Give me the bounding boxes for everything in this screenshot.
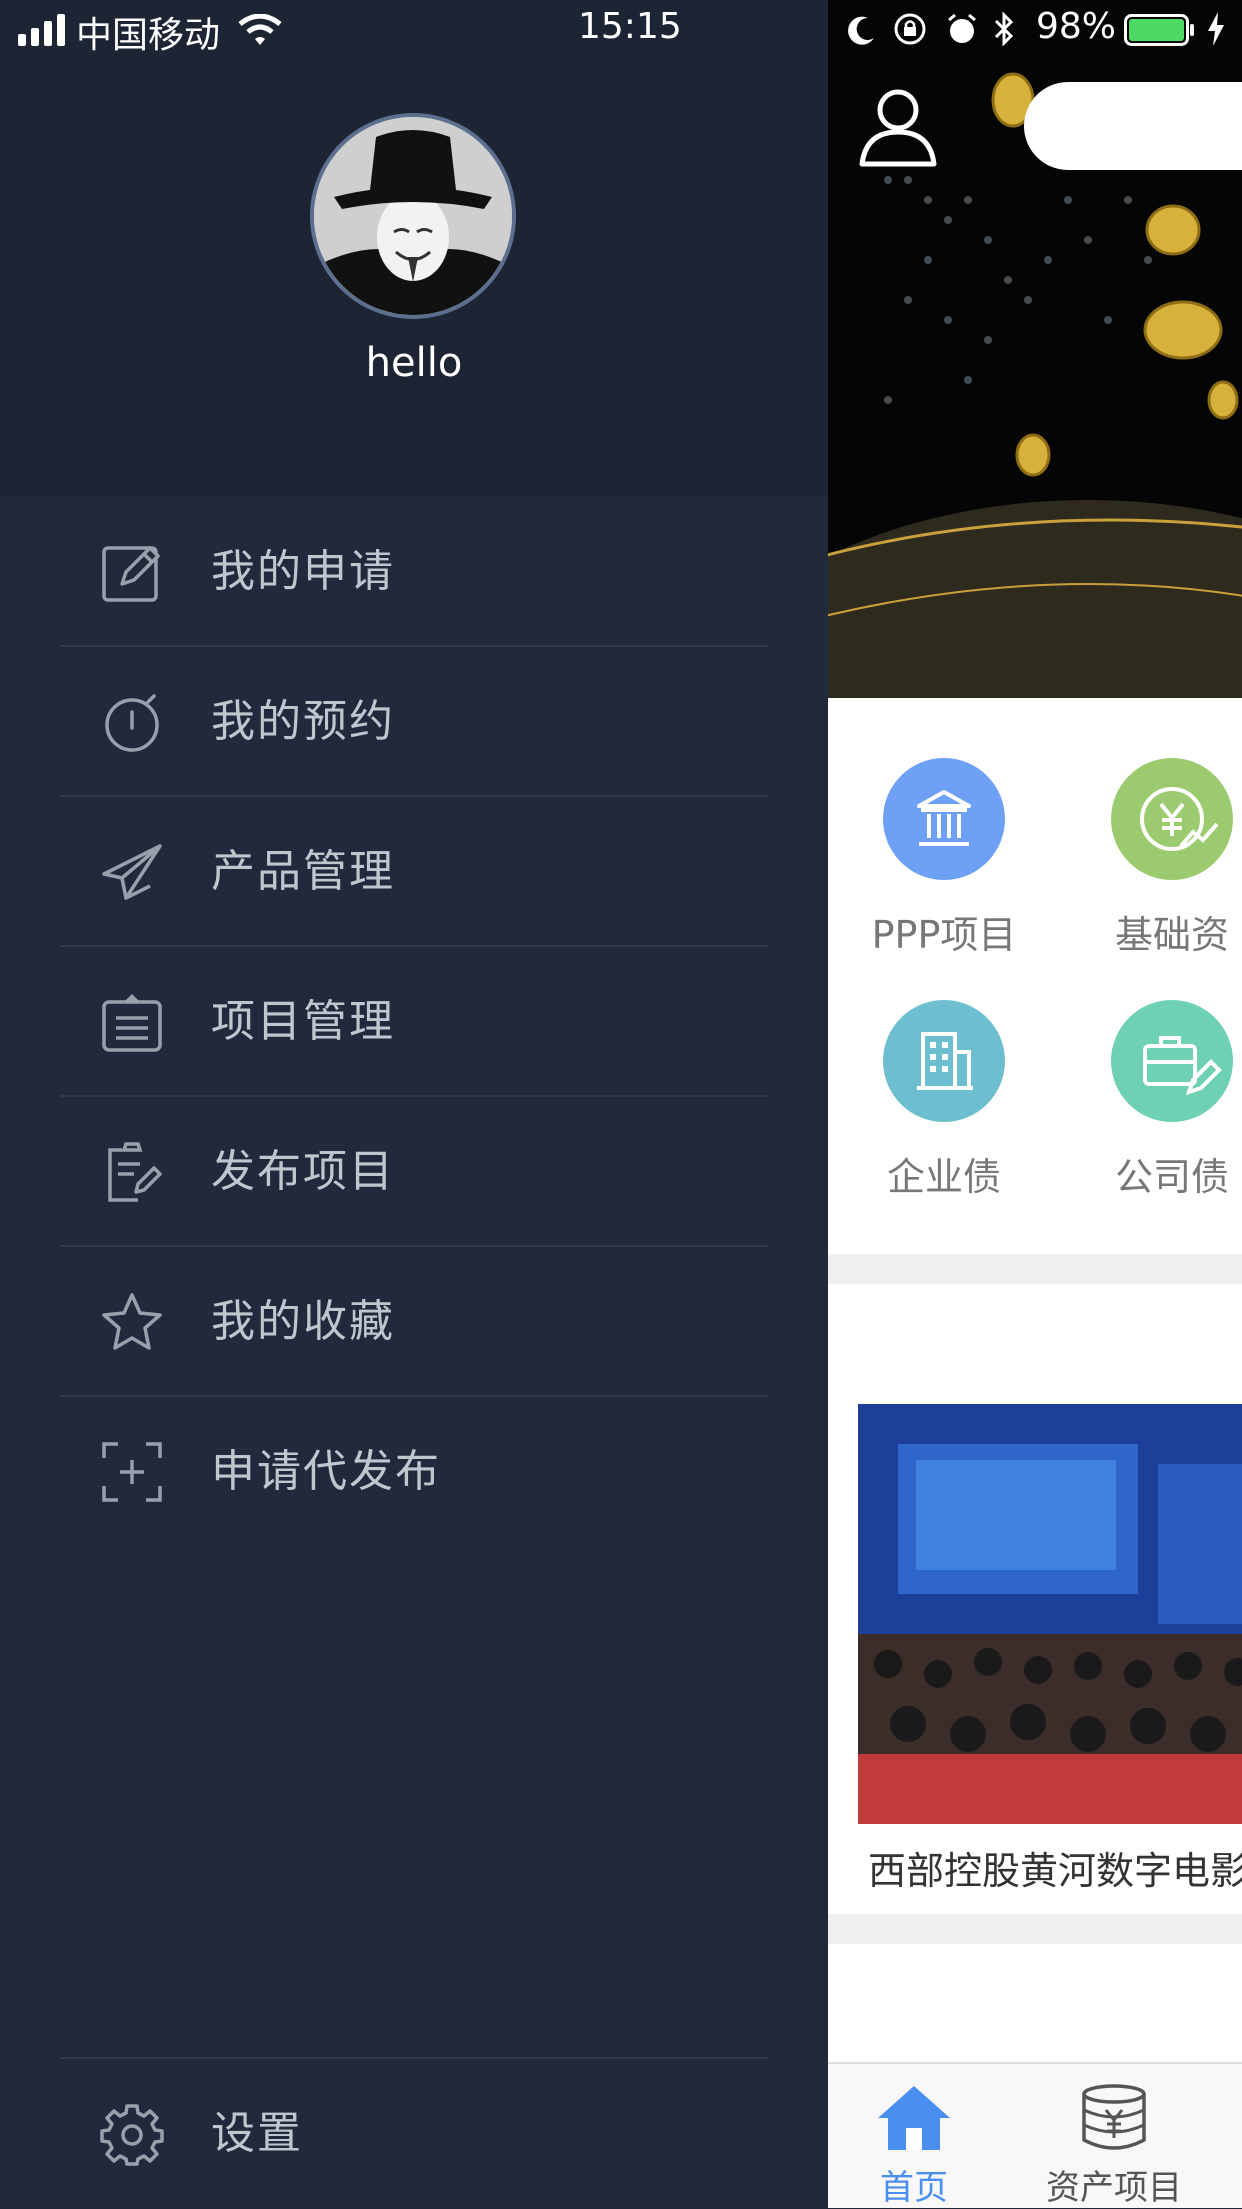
home-icon	[878, 2086, 950, 2150]
menu-item-settings[interactable]: 设置	[60, 2059, 768, 2209]
menu-item-label: 我的申请	[211, 546, 395, 597]
menu-item-publish-project[interactable]: 发布项目	[60, 1097, 768, 1247]
rotation-lock-icon	[894, 13, 926, 45]
battery-percent: 98%	[1036, 6, 1117, 47]
gear-icon	[100, 2104, 164, 2166]
menu-item-label: 我的收藏	[211, 1296, 395, 1347]
category-icon-circle	[1111, 1000, 1233, 1122]
side-drawer: hello 我的申请 我的预约 产品管理 项目管理 发布项目 我的收藏 申请代发…	[0, 0, 828, 2208]
news-title[interactable]: 西部控股黄河数字电影	[868, 1840, 1242, 1895]
status-bar: 中国移动 15:15 98%	[0, 0, 1242, 62]
carrier-label: 中国移动	[76, 15, 221, 56]
menu-item-my-favorites[interactable]: 我的收藏	[60, 1247, 768, 1397]
menu-item-label: 产品管理	[211, 846, 395, 897]
bank-icon	[917, 790, 971, 846]
star-icon	[102, 1293, 162, 1350]
tab-home[interactable]: 首页	[828, 2064, 1014, 2208]
news-image[interactable]	[858, 1404, 1242, 1824]
category-corporate-bonds[interactable]: 公司债	[1092, 1000, 1242, 1201]
menu-item-label: 发布项目	[211, 1146, 395, 1197]
battery-icon	[1124, 14, 1194, 46]
menu-item-product-management[interactable]: 产品管理	[60, 797, 768, 947]
menu-item-label: 项目管理	[211, 996, 395, 1047]
username: hello	[365, 340, 463, 386]
edit-icon	[102, 546, 160, 602]
tab-asset-projects[interactable]: 资产项目	[1014, 2064, 1214, 2208]
menu-item-label: 申请代发布	[211, 1446, 441, 1497]
paper-plane-icon	[102, 844, 162, 900]
avatar-image	[314, 117, 512, 315]
avatar[interactable]	[310, 113, 516, 319]
profile-icon[interactable]	[858, 86, 938, 170]
conference-photo	[858, 1404, 1242, 1824]
briefcase-icon	[1143, 1036, 1222, 1096]
category-label: 公司债	[1114, 1155, 1229, 1199]
category-ppp[interactable]: PPP项目	[864, 758, 1024, 959]
menu-item-my-appointments[interactable]: 我的预约	[60, 647, 768, 797]
yuan-chart-icon	[1140, 787, 1219, 851]
clock: 15:15	[578, 6, 682, 47]
search-input[interactable]	[1024, 82, 1242, 170]
menu-item-apply-publish-on-behalf[interactable]: 申请代发布	[60, 1397, 768, 1547]
signal-icon	[18, 14, 65, 46]
settings-label: 设置	[211, 2108, 303, 2159]
category-icon-circle	[883, 1000, 1005, 1122]
menu-item-label: 我的预约	[211, 696, 395, 747]
clipboard-icon	[102, 994, 162, 1052]
banner-image[interactable]	[828, 0, 1242, 698]
category-infrastructure-assets[interactable]: 基础资	[1092, 758, 1242, 959]
category-icon-circle	[883, 758, 1005, 880]
tab-label: 首页	[880, 2168, 948, 2208]
section-separator	[828, 1254, 1242, 1284]
add-frame-icon	[102, 1442, 162, 1502]
category-label: PPP项目	[871, 913, 1017, 957]
menu-item-project-management[interactable]: 项目管理	[60, 947, 768, 1097]
wifi-icon	[238, 14, 282, 45]
tab-bar: 首页 资产项目	[828, 2062, 1242, 2208]
database-yuan-icon	[1082, 2084, 1146, 2150]
building-icon	[917, 1032, 973, 1090]
bluetooth-icon	[994, 12, 1014, 46]
document-edit-icon	[108, 1142, 162, 1202]
alarm-icon	[948, 13, 976, 43]
stopwatch-icon	[105, 694, 159, 752]
category-enterprise-bonds[interactable]: 企业债	[864, 1000, 1024, 1201]
category-icon-circle	[1111, 758, 1233, 880]
section-separator	[828, 1914, 1242, 1944]
tab-label: 资产项目	[1046, 2168, 1182, 2208]
category-label: 企业债	[886, 1155, 1001, 1199]
drawer-header: hello	[0, 0, 828, 497]
home-page-peek[interactable]: PPP项目 基础资 企业债 公司债 西部控股黄河数字电影 首页 资产项目	[828, 0, 1242, 2208]
moon-icon	[848, 16, 874, 45]
category-label: 基础资	[1114, 913, 1229, 957]
charging-icon	[1208, 12, 1224, 46]
menu-item-my-applications[interactable]: 我的申请	[60, 497, 768, 647]
